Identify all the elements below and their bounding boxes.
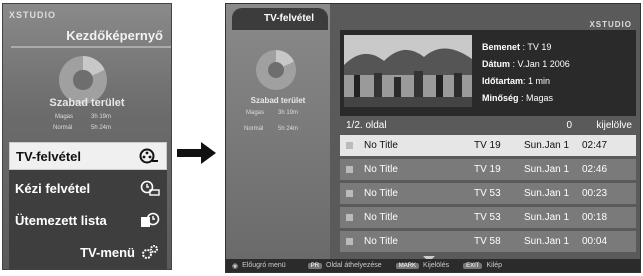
- source-label: Bemenet: [482, 42, 521, 52]
- recording-row[interactable]: No Title TV 19 Sun.Jan 1 02:47: [340, 135, 636, 156]
- brand-logo: XSTUDIO: [9, 10, 57, 20]
- quality-normal-label: Normál: [53, 125, 73, 131]
- row-checkbox[interactable]: [340, 166, 358, 173]
- menu-item-label: TV-felvétel: [16, 148, 82, 164]
- source-value: : TV 19: [522, 42, 552, 52]
- recording-channel: TV 58: [474, 236, 501, 247]
- exit-key-badge: EXIT: [463, 262, 483, 269]
- brand-logo: XSTUDIO: [589, 20, 632, 29]
- recording-row[interactable]: No Title TV 53 Sun.Jan 1 00:18: [340, 207, 636, 228]
- panel-title: Kezdőképernyő: [66, 28, 163, 43]
- row-checkbox[interactable]: [340, 214, 358, 221]
- title-divider: [11, 46, 171, 48]
- page-indicator: 1/2. oldal: [346, 120, 387, 131]
- recording-row[interactable]: No Title TV 58 Sun.Jan 1 00:04: [340, 231, 636, 252]
- recording-date: Sun.Jan 1: [524, 212, 570, 223]
- exit-hint: Kilép: [486, 262, 503, 269]
- menu-item-tv-recording[interactable]: TV-felvétel: [9, 142, 167, 170]
- recording-channel: TV 53: [474, 212, 501, 223]
- mark-key-badge: MARK: [395, 262, 420, 269]
- disk-usage-icon: [256, 50, 296, 90]
- manual-record-icon: [139, 179, 161, 197]
- film-reel-icon: [138, 147, 160, 165]
- row-checkbox[interactable]: [340, 238, 358, 245]
- recording-channel: TV 19: [474, 140, 501, 151]
- recording-date: Sun.Jan 1: [524, 164, 570, 175]
- page-indicator-bar: 1/2. oldal 0 kijelölve: [340, 118, 636, 134]
- duration-label: Időtartam: [482, 76, 524, 86]
- right-arrow-icon: [177, 142, 216, 164]
- free-space-label: Szabad terület: [49, 97, 125, 109]
- recording-time: 02:46: [582, 164, 608, 175]
- selected-label: kijelölve: [596, 120, 632, 131]
- recording-title: No Title: [364, 188, 398, 199]
- recording-time: 00:18: [582, 212, 608, 223]
- recording-row[interactable]: No Title TV 19 Sun.Jan 1 02:46: [340, 159, 636, 180]
- recording-date: Sun.Jan 1: [524, 188, 570, 199]
- recordings-list: No Title TV 19 Sun.Jan 1 02:47 No Title …: [340, 135, 636, 255]
- menu-item-label: Ütemezett lista: [15, 212, 107, 228]
- quality-high-label: Magas: [55, 114, 74, 120]
- recording-row[interactable]: No Title TV 53 Sun.Jan 1 00:23: [340, 183, 636, 204]
- quality-label: Minőség: [482, 93, 519, 103]
- recording-time: 00:04: [582, 236, 608, 247]
- key-help-footer: ◉ Előugró menü PR Oldal áthelyezése MARK…: [226, 259, 640, 272]
- free-space-label: Szabad terület: [250, 96, 306, 105]
- recording-time: 00:23: [582, 188, 608, 199]
- tab-title: TV-felvétel: [232, 8, 328, 30]
- selected-count: 0: [566, 120, 572, 131]
- recording-title: No Title: [364, 212, 398, 223]
- recording-date: Sun.Jan 1: [524, 236, 570, 247]
- popup-menu-hint: Előugró menü: [242, 262, 286, 269]
- quality-high-time: 3h 19m: [278, 110, 299, 116]
- quality-high-label: Magas: [246, 110, 265, 116]
- row-checkbox[interactable]: [340, 142, 358, 149]
- popup-menu-icon: ◉: [232, 262, 239, 270]
- recording-time: 02:47: [582, 140, 608, 151]
- date-label: Dátum: [482, 59, 511, 69]
- menu-item-tv-menu[interactable]: TV-menü: [9, 238, 167, 266]
- duration-value: : 1 min: [523, 76, 551, 86]
- date-value: : V.Jan 1 2006: [512, 59, 570, 69]
- menu-item-scheduled-list[interactable]: Ütemezett lista: [9, 206, 167, 234]
- recording-info-panel: Bemenet : TV 19 Dátum : V.Jan 1 2006 Idő…: [340, 30, 636, 116]
- recording-date: Sun.Jan 1: [524, 140, 570, 151]
- sidebar: TV-felvétel Szabad terület Magas 3h 19m …: [226, 4, 330, 260]
- menu-item-label: TV-menü: [80, 244, 135, 260]
- recording-title: No Title: [364, 140, 398, 151]
- gears-icon: [139, 243, 161, 261]
- quality-normal-label: Normál: [244, 126, 264, 132]
- menu-item-label: Kézi felvétel: [15, 180, 91, 196]
- recording-channel: TV 19: [474, 164, 501, 175]
- quality-value: : Magas: [521, 93, 554, 103]
- home-screen-panel: XSTUDIO Kezdőképernyő Szabad terület Mag…: [2, 3, 172, 270]
- quality-normal-time: 5h 24m: [91, 125, 112, 131]
- quality-high-time: 3h 19m: [91, 114, 112, 120]
- tv-recording-screen: TV-felvétel Szabad terület Magas 3h 19m …: [225, 3, 641, 273]
- select-hint: Kijelölés: [423, 262, 450, 269]
- recording-thumbnail: [344, 35, 472, 107]
- menu-item-manual-recording[interactable]: Kézi felvétel: [9, 174, 167, 202]
- quality-normal-time: 5h 24m: [278, 126, 299, 132]
- schedule-clock-icon: [139, 211, 161, 229]
- page-move-hint: Oldal áthelyezése: [326, 262, 382, 269]
- recording-title: No Title: [364, 236, 398, 247]
- recording-channel: TV 53: [474, 188, 501, 199]
- row-checkbox[interactable]: [340, 190, 358, 197]
- recording-title: No Title: [364, 164, 398, 175]
- pr-key-badge: PR: [307, 262, 323, 269]
